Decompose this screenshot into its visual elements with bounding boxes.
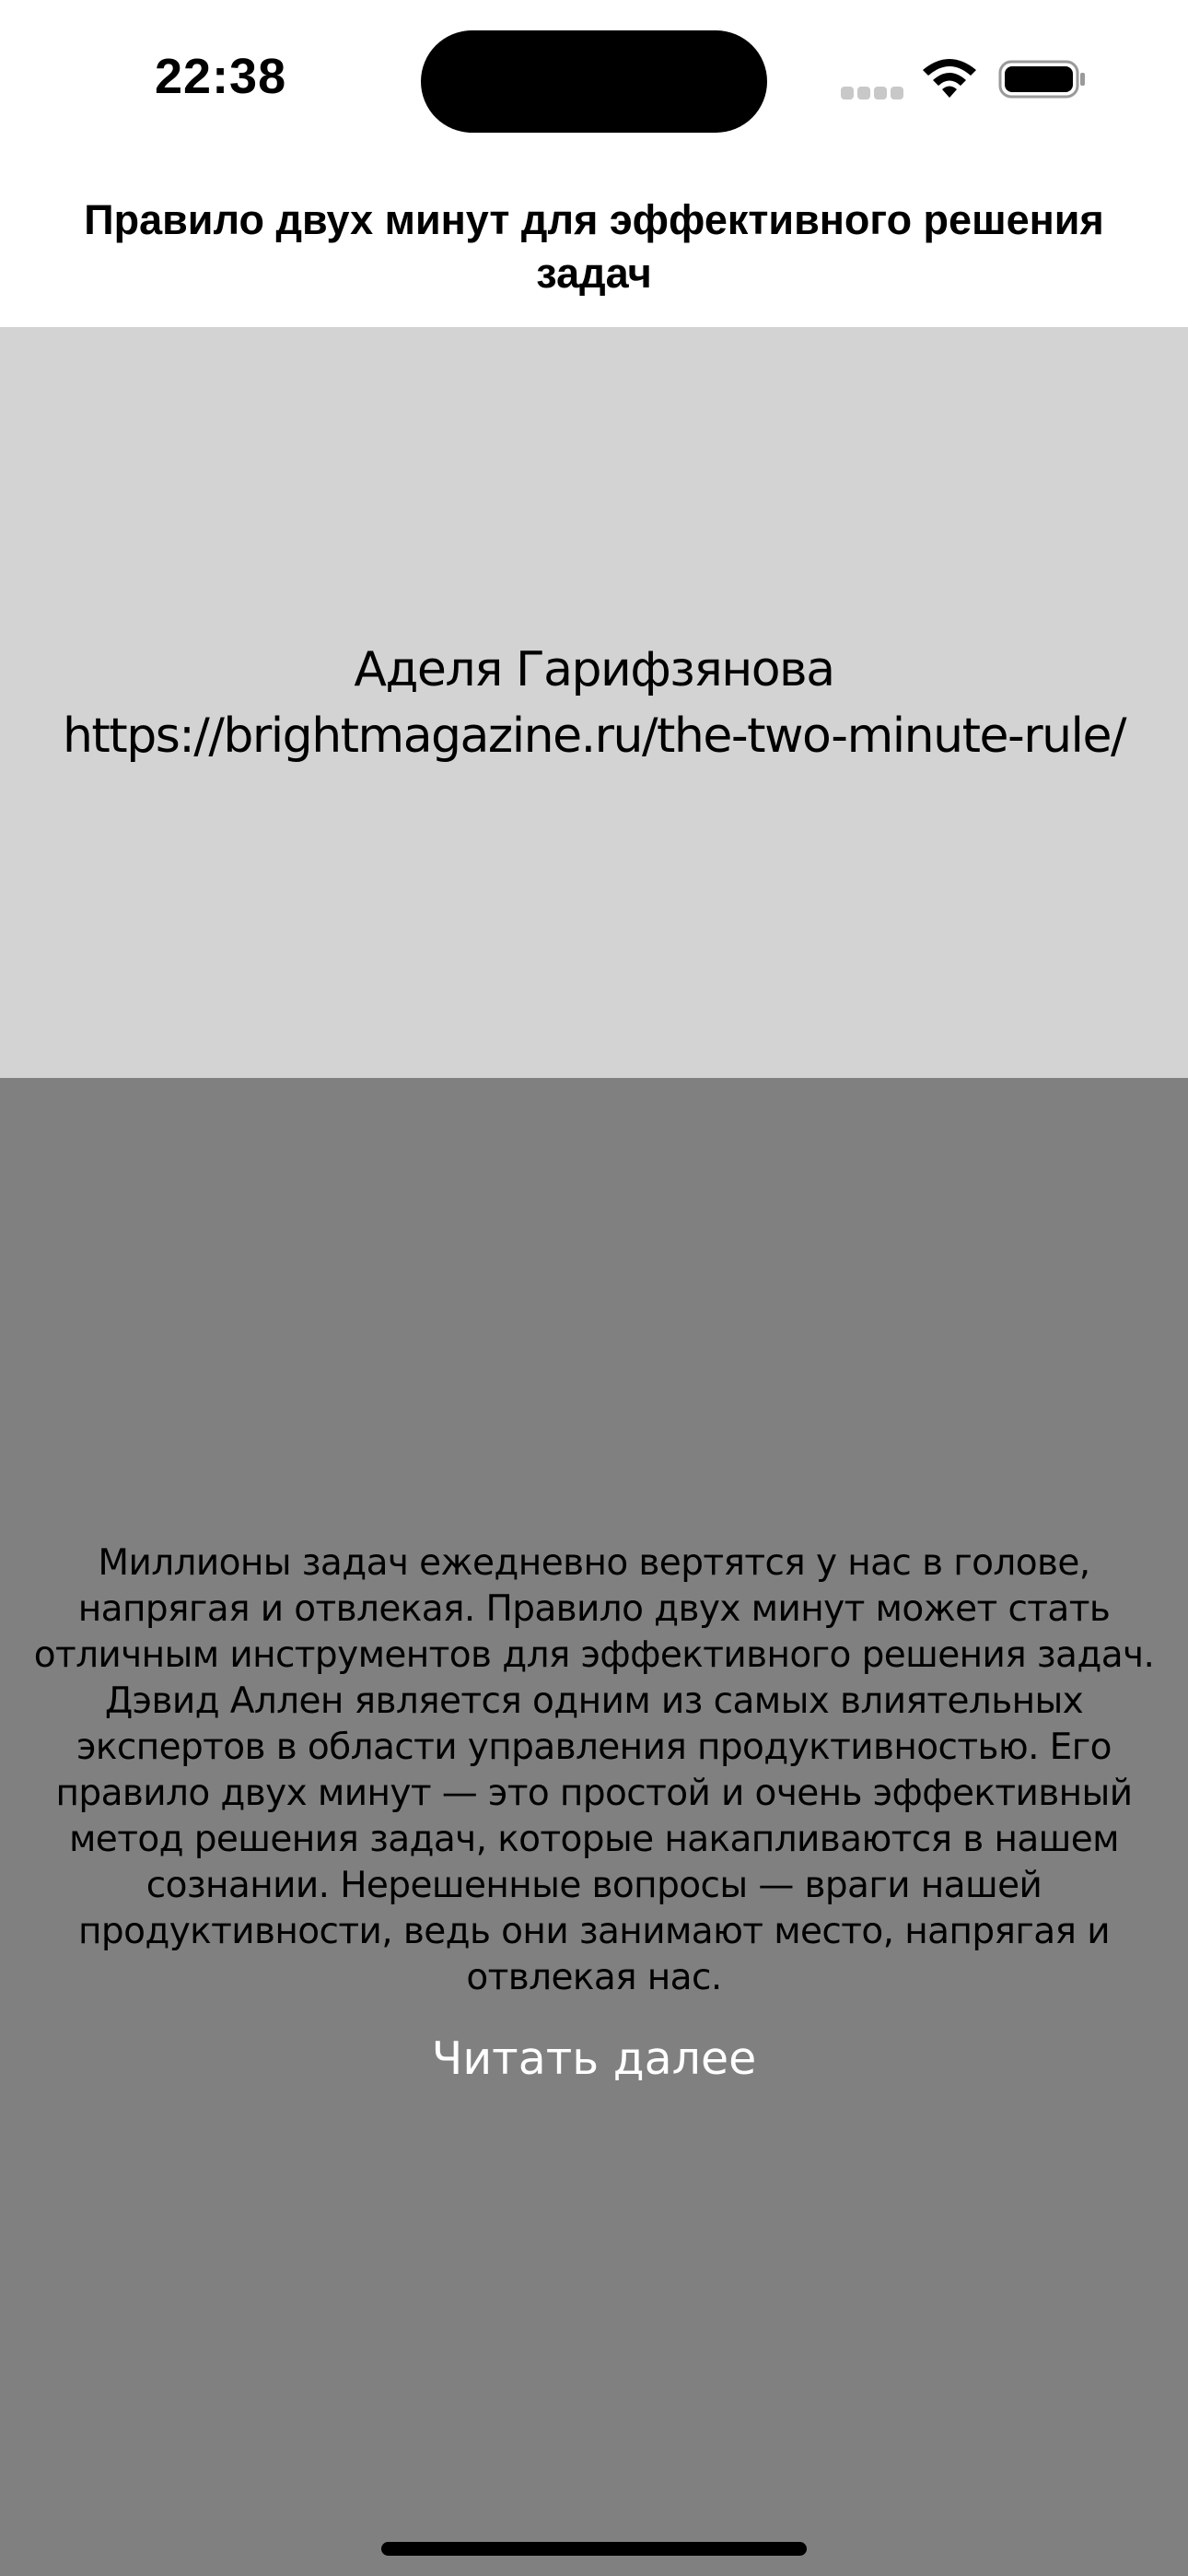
battery-icon — [998, 60, 1085, 99]
home-indicator[interactable] — [381, 2542, 807, 2556]
dynamic-island — [421, 30, 767, 133]
article-summary: Миллионы задач ежедневно вертятся у нас … — [33, 1542, 1155, 1998]
status-bar: 22:38 — [0, 0, 1188, 157]
read-more-button[interactable]: Читать далее — [364, 2027, 824, 2091]
page-title: Правило двух минут для эффективного реше… — [84, 196, 1104, 297]
source-panel: Аделя Гарифзянова https://brightmagazine… — [0, 327, 1188, 1078]
status-time: 22:38 — [155, 49, 287, 104]
author-name: Аделя Гарифзянова — [354, 641, 835, 697]
cellular-signal-icon — [841, 87, 905, 100]
source-url: https://brightmagazine.ru/the-two-minute… — [62, 708, 1127, 764]
wifi-icon — [923, 59, 976, 98]
